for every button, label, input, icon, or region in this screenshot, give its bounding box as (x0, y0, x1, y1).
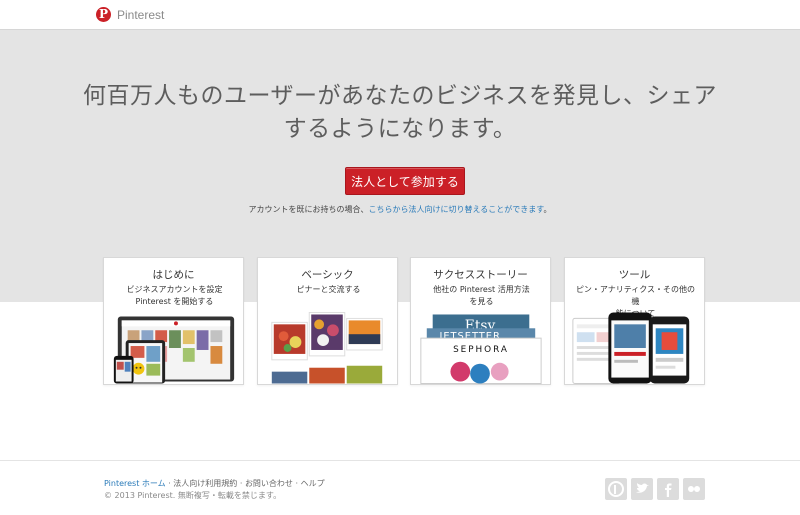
headline-line-2: するようになります。 (283, 116, 517, 142)
pins-illustration (271, 312, 383, 384)
card-description: ビジネスアカウントを設定 Pinterest を開始する (112, 284, 237, 308)
card-desc-line: ビジネスアカウントを設定 (126, 285, 223, 294)
twitter-icon[interactable] (631, 478, 653, 500)
card-desc-line: ピナーと交流する (296, 285, 361, 294)
card-getting-started[interactable]: はじめに ビジネスアカウントを設定 Pinterest を開始する (103, 257, 244, 385)
footer-links: Pinterest ホーム · 法人向け利用規約 · お問い合わせ · ヘルプ (104, 478, 325, 489)
footer-separator: · (292, 479, 301, 488)
brand-sephora: SEPHORA (453, 345, 509, 355)
switch-to-business-link[interactable]: こちらから法人向けに切り替えることができます (369, 205, 544, 214)
card-title: ツール (618, 269, 651, 281)
card-description: ピナーと交流する (266, 284, 391, 296)
footer-separator: · (237, 479, 245, 488)
card-success-stories[interactable]: サクセスストーリー 他社の Pinterest 活用方法 を見る Etsy JE… (410, 257, 551, 385)
card-desc-line: 他社の Pinterest 活用方法 (433, 285, 530, 294)
card-tools[interactable]: ツール ピン・アナリティクス・その他の機 能について (564, 257, 705, 385)
card-title: サクセスストーリー (433, 269, 528, 281)
switch-note-prefix: アカウントを既にお持ちの場合、 (248, 205, 369, 214)
footer-link-contact[interactable]: お問い合わせ (245, 479, 293, 488)
footer-link-home[interactable]: Pinterest ホーム (104, 479, 166, 488)
logo-text: Pinterest (117, 7, 165, 22)
card-desc-line: ピン・アナリティクス・その他の機 (575, 285, 696, 306)
headline-line-1: 何百万人ものユーザーがあなたのビジネスを発見し、シェア (82, 83, 718, 109)
tools-devices-illustration (572, 312, 690, 384)
facebook-icon[interactable] (657, 478, 679, 500)
switch-note-suffix: 。 (543, 205, 552, 214)
footer-link-help[interactable]: ヘルプ (301, 479, 325, 488)
switch-account-note: アカウントを既にお持ちの場合、こちらから法人向けに切り替えることができます。 (0, 204, 800, 215)
flickr-icon[interactable] (683, 478, 705, 500)
footer-divider (0, 460, 800, 461)
card-desc-line: Pinterest を開始する (135, 297, 214, 306)
join-as-business-button[interactable]: 法人として参加する (345, 167, 465, 195)
card-title: ベーシック (301, 269, 354, 281)
hero-headline: 何百万人ものユーザーがあなたのビジネスを発見し、シェア するようになります。 (80, 80, 720, 146)
devices-illustration (113, 316, 235, 384)
card-desc-line: を見る (469, 297, 494, 306)
footer-link-terms[interactable]: 法人向け利用規約 (173, 479, 237, 488)
footer-copyright: © 2013 Pinterest. 無断複写・転載を禁じます。 (104, 491, 282, 500)
pinterest-logo-icon: P (96, 7, 111, 22)
card-title: はじめに (152, 269, 195, 281)
card-basics[interactable]: ベーシック ピナーと交流する (257, 257, 398, 385)
brand-stories-illustration: Etsy JETSETTER SEPHORA (420, 314, 542, 384)
top-bar: P Pinterest (0, 0, 800, 30)
pinterest-icon[interactable] (605, 478, 627, 500)
card-description: 他社の Pinterest 活用方法 を見る (419, 284, 544, 308)
pinterest-logo-link[interactable]: P Pinterest (96, 7, 164, 22)
